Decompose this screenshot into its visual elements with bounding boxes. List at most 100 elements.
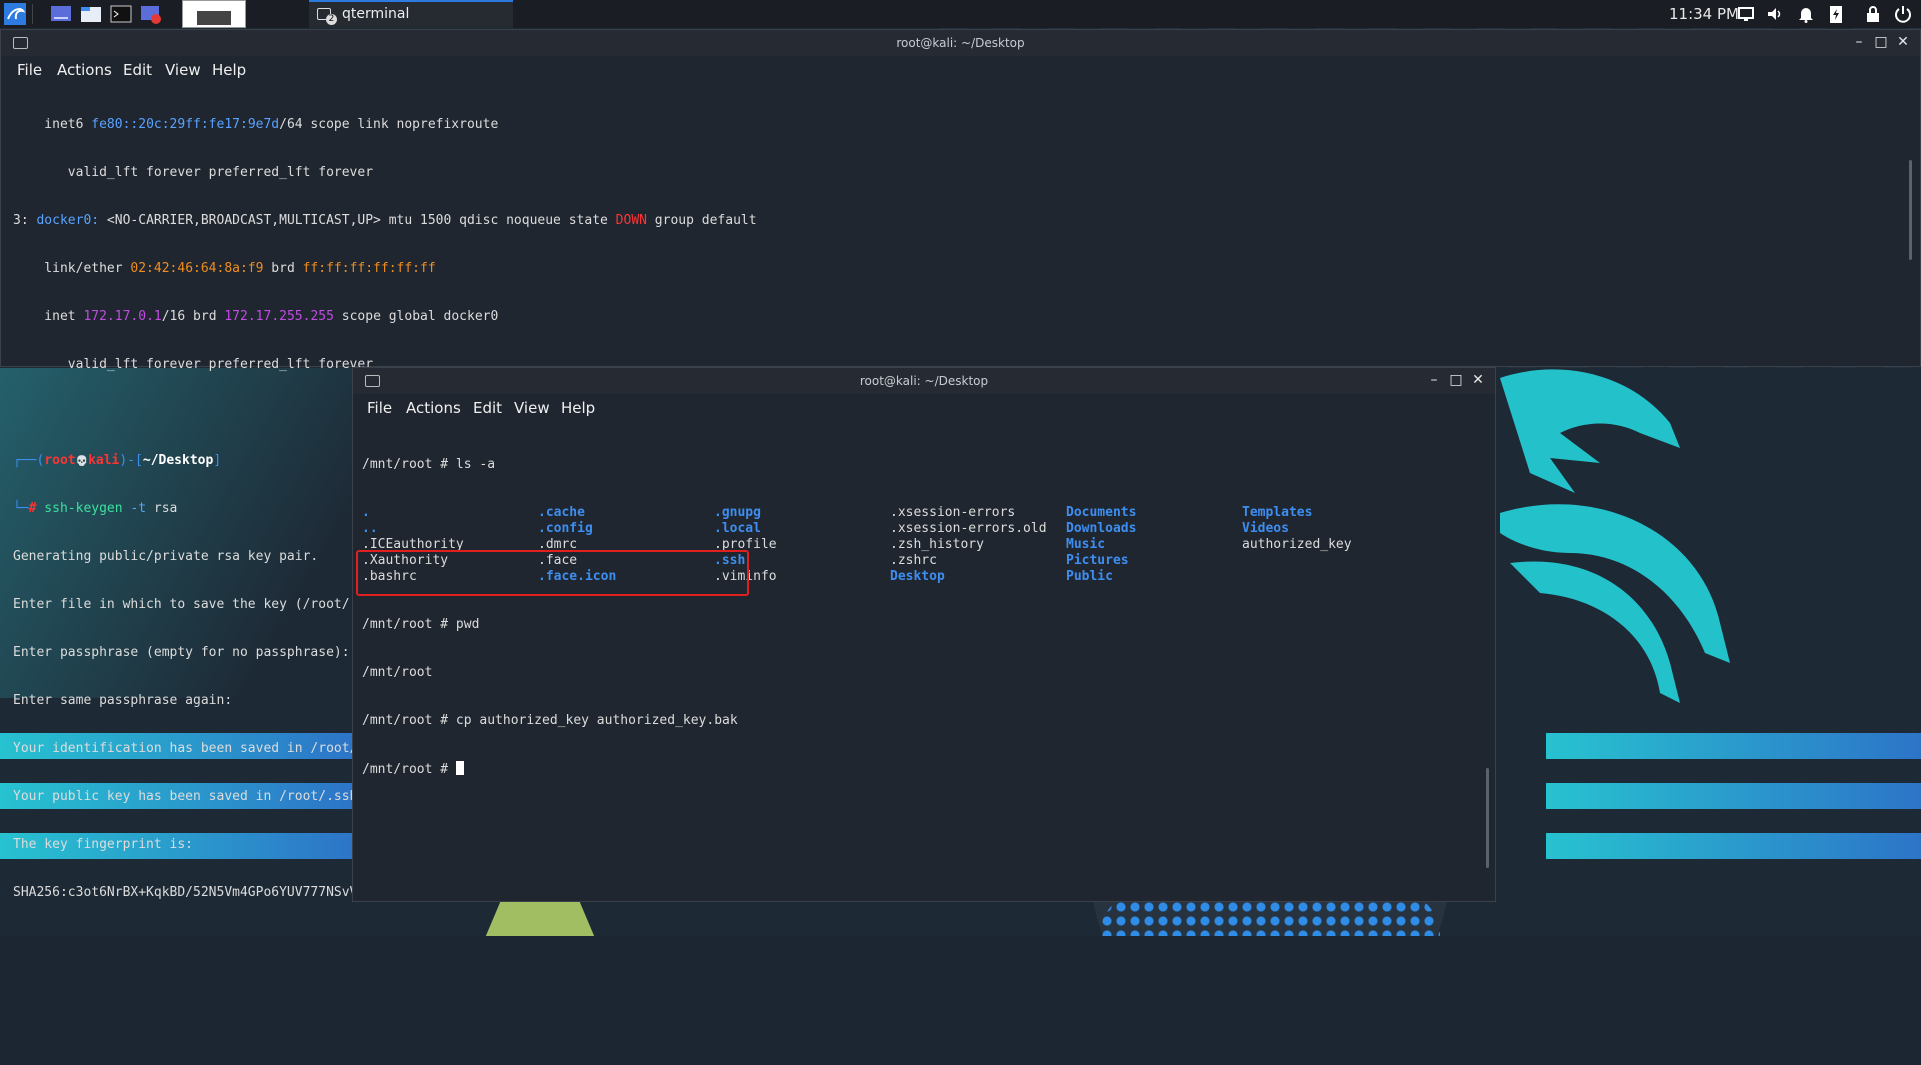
menu-view[interactable]: View: [165, 61, 201, 79]
maximize-icon[interactable]: □: [1447, 371, 1465, 389]
scrollbar[interactable]: [1486, 768, 1489, 868]
mac-address: 02:42:46:64:8a:f9: [130, 261, 264, 276]
window-count-badge: 2: [326, 14, 337, 25]
terminal-window-front[interactable]: root@kali: ~/Desktop – □ ✕ File Actions …: [352, 367, 1496, 902]
menu-view[interactable]: View: [514, 399, 550, 417]
display-icon[interactable]: [1736, 4, 1756, 24]
text: scope global docker0: [333, 309, 499, 324]
state-down: DOWN: [615, 213, 647, 228]
ls-entry: Documents: [1066, 505, 1137, 520]
menu-edit[interactable]: Edit: [123, 61, 152, 79]
close-icon[interactable]: ✕: [1469, 371, 1487, 389]
terminal-window-back[interactable]: root@kali: ~/Desktop – □ ✕ File Actions …: [0, 29, 1921, 900]
text: inet6: [13, 117, 92, 132]
text: link/ether: [13, 261, 131, 276]
ls-entry: .gnupg: [714, 505, 761, 520]
text: group default: [646, 213, 757, 228]
prompt-directory: ~/Desktop: [142, 453, 214, 468]
titlebar[interactable]: root@kali: ~/Desktop – □ ✕: [353, 368, 1495, 394]
menu-edit[interactable]: Edit: [473, 399, 502, 417]
prompt-decoration: └─: [13, 501, 29, 516]
output-line: valid_lft forever preferred_lft forever: [13, 165, 374, 180]
menu-help[interactable]: Help: [212, 61, 246, 79]
menubar: File Actions Edit View Help: [353, 395, 1495, 421]
broadcast-ip: 172.17.255.255: [224, 309, 334, 324]
workspace-preview: [197, 11, 231, 25]
output-line: inet6 fe80::20c:29ff:fe17:9e7d/64 scope …: [13, 117, 1908, 133]
maximize-icon[interactable]: □: [1872, 33, 1890, 51]
text-cursor: [455, 761, 464, 775]
lock-icon[interactable]: [1863, 4, 1883, 24]
command-argument: rsa: [146, 501, 178, 516]
ls-entry: .xsession-errors.old: [890, 521, 1047, 536]
ls-entry: .local: [714, 521, 761, 536]
window-title: root@kali: ~/Desktop: [859, 374, 989, 388]
text: 3:: [13, 213, 37, 228]
terminal-output[interactable]: /mnt/root # ls -a . .. .ICEauthority .Xa…: [362, 425, 1483, 809]
output-line: 3: docker0: <NO-CARRIER,BROADCAST,MULTIC…: [13, 213, 1908, 229]
command-line: /mnt/root # pwd: [362, 617, 480, 632]
bell-icon[interactable]: [1796, 4, 1816, 24]
terminal-icon[interactable]: [110, 3, 132, 25]
kali-menu-icon[interactable]: [4, 3, 26, 25]
command-name: ssh-keygen: [36, 501, 123, 516]
screen-recorder-icon[interactable]: [140, 3, 162, 25]
ls-entry: .xsession-errors: [890, 505, 1016, 520]
minimize-icon[interactable]: –: [1425, 371, 1443, 389]
taskbar-app-label: qterminal: [342, 6, 410, 22]
files-icon[interactable]: [80, 3, 102, 25]
ls-entry: authorized_key: [1242, 537, 1352, 552]
menu-actions[interactable]: Actions: [406, 399, 461, 417]
taskbar-app-button[interactable]: 2 qterminal: [309, 0, 513, 28]
titlebar[interactable]: root@kali: ~/Desktop – □ ✕: [1, 30, 1920, 56]
ipv6-address: fe80::20c:29ff:fe17:9e7d: [91, 117, 280, 132]
menubar: File Actions Edit View Help: [1, 57, 1920, 83]
prompt-decoration: ]: [213, 453, 222, 468]
text: <NO-CARRIER,BROADCAST,MULTICAST,UP> mtu …: [99, 213, 616, 228]
power-icon[interactable]: [1893, 4, 1913, 24]
workspace-switcher-icon[interactable]: [182, 0, 246, 28]
red-highlight-annotation: [356, 550, 749, 596]
skull-icon: 💀: [75, 456, 89, 467]
battery-icon[interactable]: [1826, 4, 1846, 24]
ls-entry: .zshrc: [890, 553, 937, 568]
ls-entry: Desktop: [890, 569, 945, 584]
prompt-decoration: )-[: [119, 453, 143, 468]
text: /16 brd: [161, 309, 225, 324]
prompt-host: kali: [88, 453, 120, 468]
ls-entry: Pictures: [1066, 553, 1129, 568]
menu-file[interactable]: File: [367, 399, 392, 417]
minimize-icon[interactable]: –: [1850, 33, 1868, 51]
desktop-icon[interactable]: [50, 3, 72, 25]
scrollbar[interactable]: [1909, 160, 1912, 260]
ls-entry: .config: [538, 521, 593, 536]
text: brd: [263, 261, 303, 276]
broadcast-mac: ff:ff:ff:ff:ff:ff: [302, 261, 436, 276]
ls-entry: ..: [362, 521, 378, 536]
text: inet: [13, 309, 84, 324]
ls-entry: .zsh_history: [890, 537, 984, 552]
top-panel: 2 qterminal 11:34 PM: [0, 0, 1921, 28]
menu-file[interactable]: File: [17, 61, 42, 79]
ls-entry: Videos: [1242, 521, 1289, 536]
interface-name: docker0:: [36, 213, 100, 228]
command-flag: -t: [122, 501, 147, 516]
menu-help[interactable]: Help: [561, 399, 595, 417]
output-line: inet 172.17.0.1/16 brd 172.17.255.255 sc…: [13, 309, 1908, 325]
ls-entry: Templates: [1242, 505, 1313, 520]
volume-icon[interactable]: [1765, 4, 1785, 24]
ls-entry: .cache: [538, 505, 585, 520]
output-line: link/ether 02:42:46:64:8a:f9 brd ff:ff:f…: [13, 261, 1908, 277]
ls-entry: Public: [1066, 569, 1113, 584]
close-icon[interactable]: ✕: [1894, 33, 1912, 51]
output-line: /mnt/root: [362, 665, 433, 680]
ls-entry: Downloads: [1066, 521, 1137, 536]
command-line: /mnt/root # ls -a: [362, 457, 496, 472]
panel-separator: [32, 4, 33, 24]
clock[interactable]: 11:34 PM: [1669, 5, 1739, 23]
window-title: root@kali: ~/Desktop: [896, 36, 1025, 50]
menu-actions[interactable]: Actions: [57, 61, 112, 79]
prompt-line: /mnt/root #: [362, 761, 1483, 777]
ls-entry: .: [362, 505, 370, 520]
ls-entry: Music: [1066, 537, 1106, 552]
